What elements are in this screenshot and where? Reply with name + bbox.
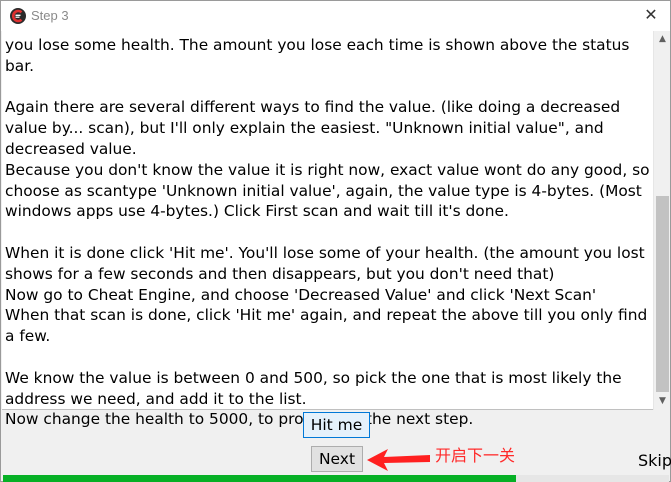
scroll-thumb[interactable] — [656, 196, 669, 392]
hit-me-button[interactable]: Hit me — [303, 412, 370, 438]
title-bar: Step 3 ✕ — [1, 1, 670, 31]
next-button[interactable]: Next — [311, 446, 363, 472]
health-bar — [3, 475, 669, 482]
scroll-down-arrow-icon[interactable]: ▼ — [654, 393, 671, 410]
skip-button[interactable]: Skip — [638, 451, 671, 470]
health-bar-fill — [3, 475, 516, 482]
tutorial-instructions: you lose some health. The amount you los… — [5, 36, 650, 429]
vertical-scrollbar[interactable]: ▲ ▼ — [653, 31, 670, 410]
red-arrow-icon — [367, 449, 430, 471]
window-title: Step 3 — [31, 8, 69, 23]
tutorial-text-area[interactable]: you lose some health. The amount you los… — [2, 31, 670, 428]
tutorial-window: Step 3 ✕ you lose some health. The amoun… — [0, 0, 671, 482]
annotation-label: 开启下一关 — [435, 446, 516, 465]
scroll-up-arrow-icon[interactable]: ▲ — [654, 31, 671, 48]
close-icon[interactable]: ✕ — [642, 4, 660, 26]
cheat-engine-logo-icon — [10, 8, 26, 24]
